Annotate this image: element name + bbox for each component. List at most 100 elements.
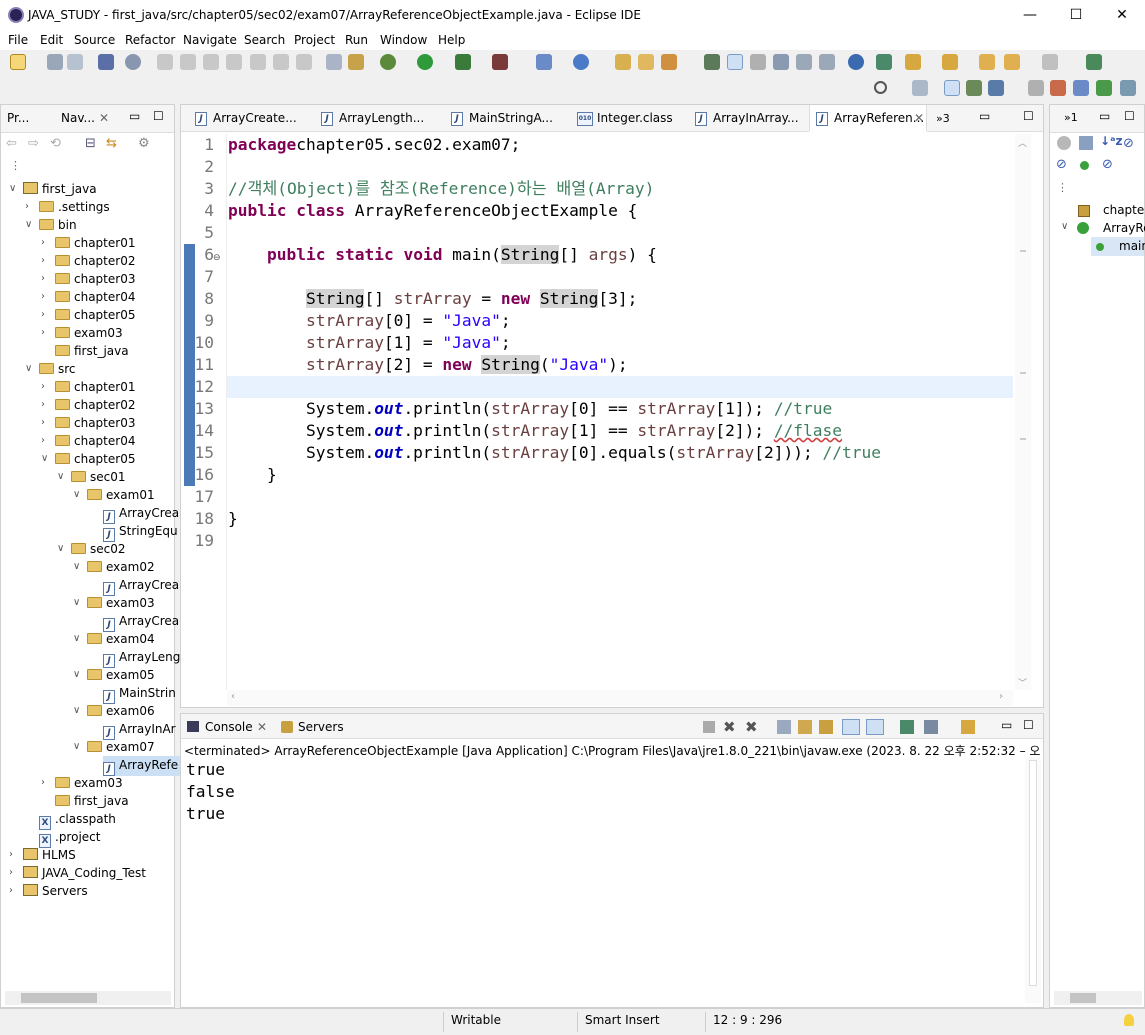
menu-window[interactable]: Window xyxy=(380,33,427,47)
back-icon[interactable] xyxy=(1004,54,1020,70)
show-stderr-icon[interactable] xyxy=(866,719,884,735)
search-icon[interactable] xyxy=(874,81,887,94)
step-return-icon[interactable] xyxy=(296,54,312,70)
chevron-down-icon[interactable]: ∨ xyxy=(73,558,80,576)
chevron-right-icon[interactable]: › xyxy=(9,864,13,882)
outline-horizontal-scrollbar[interactable] xyxy=(1054,991,1142,1005)
outline-item-method[interactable]: main xyxy=(1119,239,1145,253)
chevron-right-icon[interactable]: › xyxy=(41,306,45,324)
chevron-right-icon[interactable]: › xyxy=(41,288,45,306)
hide-nonpublic-icon[interactable] xyxy=(1080,161,1089,170)
chevron-down-icon[interactable]: ∨ xyxy=(25,360,32,378)
chevron-down-icon[interactable]: ∨ xyxy=(9,180,16,198)
chevron-right-icon[interactable]: › xyxy=(41,396,45,414)
outline-more-icon[interactable]: ⋮ xyxy=(1057,181,1068,194)
close-console-icon[interactable]: ✕ xyxy=(257,720,267,734)
view-menu-icon[interactable]: ⚙ xyxy=(138,136,150,151)
chevron-right-icon[interactable]: › xyxy=(9,882,13,900)
show-stdout-icon[interactable] xyxy=(842,719,860,735)
browser-icon[interactable] xyxy=(848,54,864,70)
minimize-console-icon[interactable]: ▭ xyxy=(1001,718,1012,732)
word-wrap-icon[interactable] xyxy=(796,54,812,70)
block-selection-icon[interactable] xyxy=(773,54,789,70)
terminate-console-icon[interactable] xyxy=(703,721,715,733)
deploy-icon[interactable] xyxy=(876,54,892,70)
new-java-project-icon[interactable] xyxy=(536,54,552,70)
chevron-right-icon[interactable]: › xyxy=(41,324,45,342)
chevron-down-icon[interactable]: ∨ xyxy=(1061,221,1068,232)
editor-tab[interactable]: J MainStringA... xyxy=(445,105,567,132)
menu-file[interactable]: File xyxy=(8,33,28,47)
remove-launch-icon[interactable]: ✖ xyxy=(723,718,736,736)
remove-all-icon[interactable]: ✖ xyxy=(745,718,758,736)
chevron-down-icon[interactable]: ∨ xyxy=(57,540,64,558)
tip-icon[interactable] xyxy=(1124,1014,1134,1026)
display-console-icon[interactable] xyxy=(924,720,938,734)
editor-tab[interactable]: J ArrayInArray... xyxy=(689,105,811,132)
maximize-console-icon[interactable]: ☐ xyxy=(1023,718,1034,732)
terminate-icon[interactable] xyxy=(203,54,219,70)
show-whitespace-icon[interactable] xyxy=(819,54,835,70)
debug-icon[interactable] xyxy=(380,54,396,70)
scroll-lock-icon[interactable] xyxy=(798,720,812,734)
menu-search[interactable]: Search xyxy=(244,33,285,47)
step-into-icon[interactable] xyxy=(250,54,266,70)
minimize-editor-icon[interactable]: ▭ xyxy=(979,109,990,123)
drop-to-frame-icon[interactable] xyxy=(326,54,342,70)
chevron-right-icon[interactable]: › xyxy=(41,432,45,450)
resume-icon[interactable] xyxy=(157,54,173,70)
new-icon[interactable] xyxy=(10,54,26,70)
hide-static-icon[interactable]: ⊘ xyxy=(1056,157,1067,172)
forward-icon[interactable] xyxy=(1042,54,1058,70)
word-wrap-console-icon[interactable] xyxy=(819,720,833,734)
close-icon[interactable]: ✕ xyxy=(914,111,924,125)
chevron-down-icon[interactable]: ∨ xyxy=(73,738,80,756)
editor-tab[interactable]: J ArrayLength... xyxy=(315,105,437,132)
fold-icon[interactable]: ⊖ xyxy=(213,253,221,263)
minimize-outline-icon[interactable]: ▭ xyxy=(1099,109,1110,123)
tab-console[interactable]: Console xyxy=(205,720,253,734)
chevron-down-icon[interactable]: ∨ xyxy=(57,468,64,486)
chevron-down-icon[interactable]: ∨ xyxy=(73,702,80,720)
maximize-editor-icon[interactable]: ☐ xyxy=(1023,109,1034,123)
external-tools-icon[interactable] xyxy=(492,54,508,70)
hide-local-types-icon[interactable]: ⊘ xyxy=(1102,157,1113,172)
panel-icon-4[interactable] xyxy=(1120,80,1136,96)
sort-icon[interactable]: ↓ᵃz xyxy=(1100,134,1123,148)
tab-overflow[interactable]: »3 xyxy=(936,112,950,125)
up-nav-icon[interactable]: ⟲ xyxy=(50,136,61,151)
hide-fields-icon[interactable]: ⊘ xyxy=(1123,136,1134,151)
minimize-view-icon[interactable]: ▭ xyxy=(129,109,140,123)
outline-tab-overflow[interactable]: »1 xyxy=(1064,111,1078,124)
chevron-right-icon[interactable]: › xyxy=(41,270,45,288)
toggle-ant-icon[interactable] xyxy=(750,54,766,70)
chevron-down-icon[interactable]: ∨ xyxy=(73,594,80,612)
annotation-icon[interactable] xyxy=(704,54,720,70)
close-icon[interactable]: ✕ xyxy=(99,111,109,125)
minimize-button[interactable]: — xyxy=(1007,0,1053,30)
panel-icon-2[interactable] xyxy=(1073,80,1089,96)
panel-icon-3[interactable] xyxy=(1096,80,1112,96)
terminal-icon[interactable] xyxy=(98,54,114,70)
chevron-right-icon[interactable]: › xyxy=(25,198,29,216)
coverage-icon[interactable] xyxy=(455,54,471,70)
open-task-icon[interactable] xyxy=(638,54,654,70)
focus-icon[interactable] xyxy=(1057,136,1071,150)
menu-navigate[interactable]: Navigate xyxy=(183,33,237,47)
pin-editor-icon[interactable] xyxy=(1086,54,1102,70)
chevron-down-icon[interactable]: ∨ xyxy=(73,666,80,684)
next-annotation-icon[interactable] xyxy=(905,54,921,70)
suspend-icon[interactable] xyxy=(180,54,196,70)
back-nav-icon[interactable]: ⇦ xyxy=(6,136,17,151)
tab-servers[interactable]: Servers xyxy=(298,720,344,734)
use-step-filters-icon[interactable] xyxy=(348,54,364,70)
editor-tab[interactable]: 010 Integer.class xyxy=(571,105,693,132)
maximize-outline-icon[interactable]: ☐ xyxy=(1124,109,1135,123)
step-over-icon[interactable] xyxy=(273,54,289,70)
last-edit-location-icon[interactable] xyxy=(979,54,995,70)
debug-perspective-icon[interactable] xyxy=(966,80,982,96)
new-java-package-icon[interactable] xyxy=(573,54,589,70)
panel-icon-1[interactable] xyxy=(1050,80,1066,96)
tab-navigator[interactable]: Nav... xyxy=(61,111,95,125)
menu-help[interactable]: Help xyxy=(438,33,465,47)
